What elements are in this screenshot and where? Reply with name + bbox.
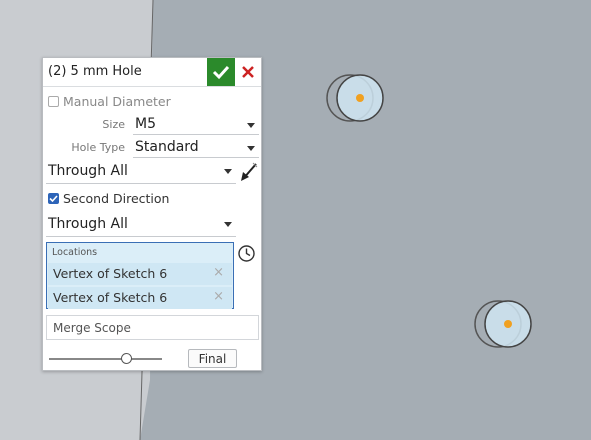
- second-direction-label: Second Direction: [63, 191, 170, 206]
- location-item-label: Vertex of Sketch 6: [53, 266, 168, 281]
- chevron-down-icon: [247, 123, 255, 128]
- rollback-slider-thumb[interactable]: [121, 353, 132, 364]
- hole-type-dropdown[interactable]: Standard: [133, 138, 259, 158]
- accept-button[interactable]: [207, 58, 235, 86]
- hole-point-1: [356, 94, 364, 102]
- second-direction-row: Second Direction: [48, 191, 248, 208]
- locations-label: Locations: [52, 247, 98, 258]
- location-item[interactable]: Vertex of Sketch 6 ×: [48, 263, 232, 285]
- remove-icon[interactable]: ×: [213, 265, 224, 280]
- chevron-down-icon: [224, 222, 232, 227]
- manual-diameter-label: Manual Diameter: [63, 94, 171, 109]
- hole-type-label: Hole Type: [71, 141, 125, 154]
- merge-scope-field[interactable]: Merge Scope: [46, 315, 259, 340]
- second-end-condition-dropdown[interactable]: Through All: [46, 214, 236, 237]
- dialog-title: (2) 5 mm Hole: [48, 64, 142, 79]
- final-button[interactable]: Final: [188, 349, 237, 368]
- location-item[interactable]: Vertex of Sketch 6 ×: [48, 287, 232, 309]
- clock-icon[interactable]: [237, 244, 256, 263]
- manual-diameter-checkbox[interactable]: [48, 96, 59, 107]
- size-value: M5: [135, 116, 156, 132]
- merge-scope-label: Merge Scope: [53, 321, 131, 335]
- second-direction-checkbox[interactable]: [48, 193, 59, 204]
- size-label: Size: [102, 118, 125, 131]
- rollback-slider-track[interactable]: [49, 358, 162, 360]
- checkmark-icon: [212, 65, 230, 80]
- flip-direction-icon[interactable]: [239, 161, 259, 183]
- end-condition-value: Through All: [48, 163, 128, 179]
- manual-diameter-row: Manual Diameter: [48, 94, 248, 111]
- hole-point-2: [504, 320, 512, 328]
- hole-feature-dialog: (2) 5 mm Hole Manual Diameter Size M5 Ho…: [42, 57, 262, 371]
- checkbox-check-icon: [49, 195, 58, 203]
- end-condition-dropdown[interactable]: Through All: [46, 161, 236, 184]
- close-icon: [242, 66, 254, 78]
- locations-selection-box[interactable]: Locations Vertex of Sketch 6 × Vertex of…: [46, 242, 234, 309]
- hole-type-value: Standard: [135, 139, 199, 155]
- dialog-header: (2) 5 mm Hole: [43, 58, 261, 87]
- chevron-down-icon: [224, 169, 232, 174]
- location-item-label: Vertex of Sketch 6: [53, 290, 168, 305]
- chevron-down-icon: [247, 146, 255, 151]
- remove-icon[interactable]: ×: [213, 289, 224, 304]
- second-end-condition-value: Through All: [48, 216, 128, 232]
- size-dropdown[interactable]: M5: [133, 115, 259, 135]
- cancel-button[interactable]: [235, 58, 261, 86]
